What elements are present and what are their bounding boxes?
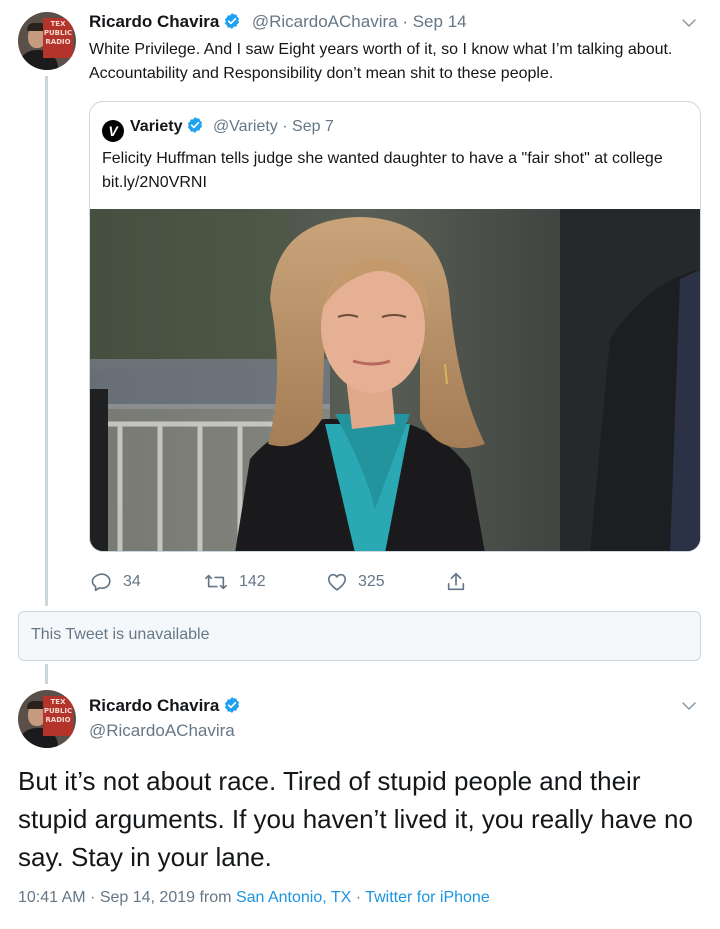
tweet-text: White Privilege. And I saw Eight years w… <box>89 41 673 82</box>
reply-button[interactable]: 34 <box>91 570 141 594</box>
author-name[interactable]: Ricardo Chavira <box>89 696 219 715</box>
unavailable-tweet-notice: This Tweet is unavailable <box>18 611 701 661</box>
quoted-tweet[interactable]: V Variety @Variety · Sep 7 Felicity Huffm… <box>89 101 701 552</box>
tweet-text: But it’s not about race. Tired of stupid… <box>18 766 693 872</box>
from-label: from <box>199 889 232 906</box>
heart-icon <box>327 573 347 591</box>
variety-logo-icon: V <box>102 120 124 142</box>
tweet-full-date[interactable]: Sep 14, 2019 <box>100 889 195 906</box>
chevron-down-icon[interactable] <box>680 697 698 715</box>
share-icon <box>447 572 465 591</box>
avatar[interactable]: TEX PUBLIC RADIO <box>18 690 76 748</box>
like-count: 325 <box>358 573 385 590</box>
verified-badge-icon <box>225 13 240 29</box>
tweet-header: Ricardo Chavira @RicardoAChavira · Sep 1… <box>89 12 467 31</box>
like-button[interactable]: 325 <box>326 570 385 594</box>
chevron-down-icon[interactable] <box>680 14 698 32</box>
tweet-header: Ricardo Chavira <box>89 696 241 716</box>
author-handle[interactable]: @RicardoAChavira <box>89 721 235 741</box>
retweet-button[interactable]: 142 <box>203 570 266 594</box>
quote-text: Felicity Huffman tells judge she wanted … <box>102 150 663 191</box>
tweet-date[interactable]: Sep 14 <box>413 12 467 31</box>
verified-badge-icon <box>188 117 203 133</box>
author-name[interactable]: Ricardo Chavira <box>89 12 219 31</box>
thread-line-connector <box>45 664 48 684</box>
quote-author-name: Variety <box>130 118 183 135</box>
quote-date: Sep 7 <box>292 118 334 135</box>
retweet-count: 142 <box>239 573 266 590</box>
quote-photo[interactable] <box>90 209 701 552</box>
verified-badge-icon <box>225 697 240 713</box>
quote-author-handle: @Variety <box>212 118 278 135</box>
reply-icon <box>91 573 111 592</box>
tweet-metadata: 10:41 AM · Sep 14, 2019 from San Antonio… <box>18 889 490 906</box>
share-button[interactable] <box>445 570 477 594</box>
source-link[interactable]: Twitter for iPhone <box>365 889 490 906</box>
thread-line <box>45 76 48 606</box>
location-link[interactable]: San Antonio, TX <box>236 889 351 906</box>
avatar[interactable]: TEX PUBLIC RADIO <box>18 12 76 70</box>
tweet-time[interactable]: 10:41 AM <box>18 889 86 906</box>
retweet-icon <box>205 574 227 590</box>
tweet-actions: 34 142 325 <box>89 570 509 594</box>
author-handle[interactable]: @RicardoAChavira <box>252 12 398 31</box>
reply-count: 34 <box>123 573 141 590</box>
